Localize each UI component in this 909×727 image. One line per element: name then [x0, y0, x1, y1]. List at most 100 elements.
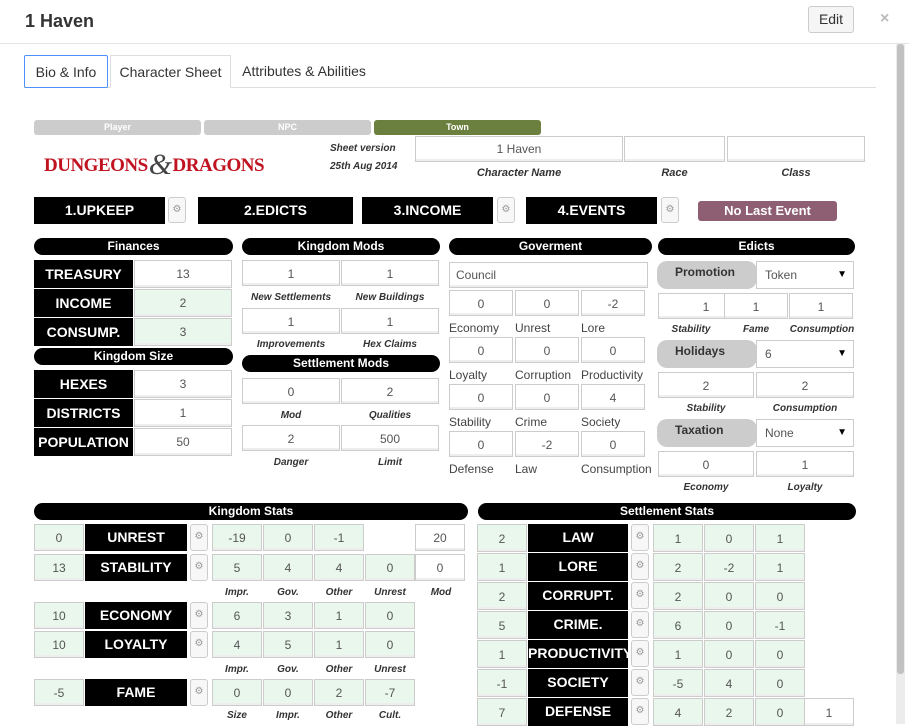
settlement-mod: 1: [755, 524, 805, 552]
kingdom-stats-header: Kingdom Stats: [34, 503, 468, 520]
tab-character-sheet[interactable]: Character Sheet: [110, 55, 231, 88]
taxation-loyalty-label: Loyalty: [787, 482, 823, 493]
dice-icon[interactable]: ⚙: [661, 197, 679, 223]
settlement-mod: 0: [755, 640, 805, 668]
government-value[interactable]: 0: [449, 384, 513, 410]
caret-down-icon: ▼: [837, 269, 847, 280]
government-value[interactable]: 0: [515, 337, 579, 363]
character-name-field[interactable]: 1 Haven: [415, 136, 623, 162]
race-field[interactable]: [624, 136, 725, 162]
class-field[interactable]: [727, 136, 865, 162]
mod-value[interactable]: 0: [242, 378, 340, 404]
government-value[interactable]: 4: [581, 384, 645, 410]
promotion-consumption-label: Consumption: [789, 324, 855, 335]
qualities-value[interactable]: 2: [341, 378, 439, 404]
caret-down-icon: ▼: [837, 427, 847, 438]
government-label: Corruption: [515, 368, 572, 382]
stat-mod: 2: [314, 679, 364, 706]
stat-mod: 0: [263, 679, 313, 706]
sheet-type-npc[interactable]: NPC: [204, 120, 371, 135]
stat-col-label: Unrest: [374, 664, 406, 675]
government-label: Crime: [515, 415, 547, 429]
holidays-stability-label: Stability: [686, 403, 726, 414]
improvements-label: Improvements: [256, 339, 326, 350]
promotion-select[interactable]: Token ▼: [756, 261, 854, 289]
settlement-mod: 0: [755, 669, 805, 697]
dice-icon[interactable]: ⚙: [631, 524, 649, 551]
new-settlements-value[interactable]: 1: [242, 260, 340, 286]
taxation-economy[interactable]: 0: [658, 451, 754, 477]
stat-mod: 4: [263, 554, 313, 581]
taxation-loyalty[interactable]: 1: [756, 451, 854, 477]
phase-edicts-button[interactable]: 2.EDICTS: [198, 197, 353, 224]
sheet-version-date: 25th Aug 2014: [330, 161, 398, 172]
new-buildings-value[interactable]: 1: [341, 260, 439, 286]
phase-events-button[interactable]: 4.EVENTS: [526, 197, 657, 224]
promotion-consumption[interactable]: 1: [789, 293, 853, 319]
government-label: Law: [515, 462, 538, 476]
stat-extra[interactable]: 0: [415, 554, 465, 581]
dice-icon[interactable]: ⚙: [190, 679, 208, 706]
dice-icon[interactable]: ⚙: [190, 631, 208, 658]
danger-value[interactable]: 2: [242, 425, 340, 451]
settlement-mod: 2: [653, 553, 703, 581]
government-value[interactable]: 0: [515, 384, 579, 410]
phase-upkeep-button[interactable]: 1.UPKEEP: [34, 197, 165, 224]
dice-icon[interactable]: ⚙: [631, 582, 649, 609]
dice-icon[interactable]: ⚙: [190, 524, 208, 551]
holidays-select[interactable]: 6 ▼: [756, 340, 854, 368]
limit-value[interactable]: 500: [341, 425, 439, 451]
dice-icon[interactable]: ⚙: [631, 669, 649, 696]
government-label: Loyalty: [449, 368, 488, 382]
dice-icon[interactable]: ⚙: [190, 602, 208, 629]
districts-value[interactable]: 1: [134, 399, 232, 427]
government-label: Consumption: [581, 462, 652, 476]
hex-claims-value[interactable]: 1: [341, 308, 439, 334]
government-value[interactable]: 0: [449, 431, 513, 457]
close-icon[interactable]: ×: [880, 10, 889, 28]
finances-header: Finances: [34, 238, 233, 255]
dice-icon[interactable]: ⚙: [631, 698, 649, 725]
dialog-header: [0, 0, 909, 44]
stat-col-label: Impr.: [225, 664, 249, 675]
hexes-value[interactable]: 3: [134, 370, 232, 398]
settlement-mod: -5: [653, 669, 703, 697]
race-label: Race: [661, 167, 688, 179]
dice-icon[interactable]: ⚙: [497, 197, 515, 223]
treasury-value[interactable]: 13: [134, 260, 232, 288]
dice-icon[interactable]: ⚙: [190, 554, 208, 581]
government-value[interactable]: -2: [515, 431, 579, 457]
improvements-value[interactable]: 1: [242, 308, 340, 334]
holidays-consumption[interactable]: 2: [756, 372, 854, 398]
kingdom-stats-grid: 0 UNREST ⚙ -19 0 -1 20 13 STABILITY ⚙ 5 4 4 0 0 Impr. Go…: [34, 524, 474, 724]
phase-income-button[interactable]: 3.INCOME: [362, 197, 493, 224]
dice-icon[interactable]: ⚙: [631, 553, 649, 580]
stat-mod: -7: [365, 679, 415, 706]
stat-extra[interactable]: 20: [415, 524, 465, 551]
promotion-fame[interactable]: 1: [724, 293, 788, 319]
government-value[interactable]: 0: [449, 337, 513, 363]
holidays-stability[interactable]: 2: [658, 372, 754, 398]
edit-button[interactable]: Edit: [808, 6, 854, 33]
scrollbar-thumb[interactable]: [897, 44, 904, 674]
sheet-type-town[interactable]: Town: [374, 120, 541, 135]
tab-bio-info[interactable]: Bio & Info: [24, 55, 108, 88]
settlement-extra[interactable]: 1: [804, 698, 854, 726]
taxation-select[interactable]: None ▼: [756, 419, 854, 447]
population-value[interactable]: 50: [134, 428, 232, 456]
dice-icon[interactable]: ⚙: [631, 640, 649, 667]
government-value[interactable]: 0: [581, 431, 645, 457]
last-event-badge[interactable]: No Last Event: [698, 201, 837, 221]
stat-col-label: Unrest: [374, 587, 406, 598]
government-value[interactable]: 0: [515, 290, 579, 316]
government-value[interactable]: -2: [581, 290, 645, 316]
dice-icon[interactable]: ⚙: [168, 197, 186, 223]
government-value[interactable]: 0: [581, 337, 645, 363]
stat-col-label: Cult.: [378, 710, 402, 721]
government-type-field[interactable]: Council: [449, 262, 648, 288]
tab-attributes-abilities[interactable]: Attributes & Abilities: [234, 55, 374, 88]
settlement-mod: 4: [704, 669, 754, 697]
sheet-type-player[interactable]: Player: [34, 120, 201, 135]
government-value[interactable]: 0: [449, 290, 513, 316]
dice-icon[interactable]: ⚙: [631, 611, 649, 638]
